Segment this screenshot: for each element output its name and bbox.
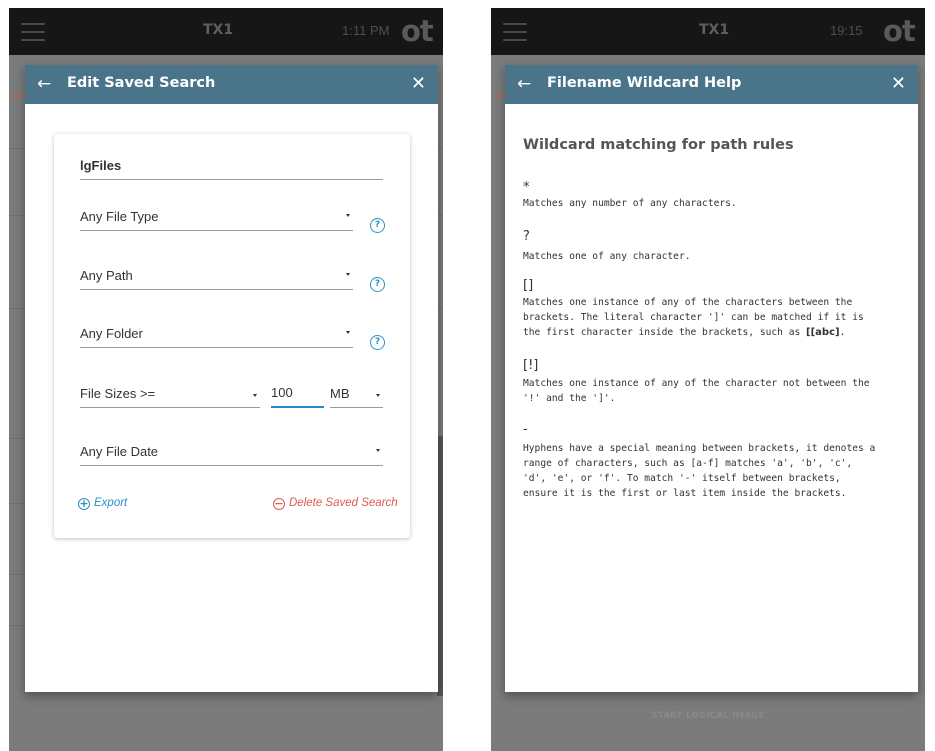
dropdown-arrow-icon — [376, 449, 380, 452]
tab-indicator — [9, 95, 25, 97]
dropdown-arrow-icon — [346, 331, 350, 334]
export-button[interactable]: + Export — [78, 497, 127, 510]
search-name-field[interactable]: lgFiles — [80, 152, 383, 180]
dialog-header: ← Edit Saved Search ✕ — [25, 65, 438, 104]
description-line: the first character inside the brackets,… — [523, 325, 903, 340]
arrow-left-icon[interactable]: ← — [517, 74, 535, 94]
clock: 19:15 — [830, 23, 863, 38]
dropdown-arrow-icon — [253, 394, 257, 397]
description-line: ensure it is the first or last item insi… — [523, 488, 847, 499]
wildcard-symbol: [!] — [523, 358, 539, 373]
plus-circle-icon: + — [78, 497, 90, 510]
clock: 1:11 PM — [342, 23, 390, 38]
dropdown-arrow-icon — [376, 394, 380, 397]
file-size-input[interactable]: 100 — [271, 380, 324, 408]
dialog-title: Edit Saved Search — [67, 75, 216, 91]
description-text: . — [839, 327, 846, 338]
dropdown-arrow-icon — [346, 214, 350, 217]
description-line: Matches one instance of any of the chara… — [523, 378, 870, 389]
hamburger-icon[interactable] — [21, 23, 45, 41]
dialog-header: ← Filename Wildcard Help ✕ — [505, 65, 918, 104]
close-icon[interactable]: ✕ — [891, 73, 906, 95]
file-size-operator-value: File Sizes >= — [80, 386, 156, 401]
wildcard-description: Matches any number of any characters. — [523, 196, 903, 211]
wildcard-description: Matches one of any character. — [523, 249, 903, 264]
wildcard-description: Hyphens have a special meaning between b… — [523, 441, 903, 501]
description-line: Hyphens have a special meaning between b… — [523, 443, 876, 454]
wildcard-description: Matches one instance of any of the chara… — [523, 295, 903, 340]
start-logical-image-button[interactable]: START LOGICAL IMAGE — [491, 711, 925, 721]
brand-logo: ot — [883, 14, 916, 48]
wildcard-description: Matches one instance of any of the chara… — [523, 376, 903, 406]
filename-wildcard-help-dialog: ← Filename Wildcard Help ✕ Wildcard matc… — [505, 65, 918, 692]
minus-circle-icon: − — [273, 497, 285, 510]
question-circle-icon[interactable]: ? — [370, 218, 385, 233]
dropdown-arrow-icon — [346, 273, 350, 276]
file-type-value: Any File Type — [80, 209, 159, 224]
close-icon[interactable]: ✕ — [411, 73, 426, 95]
delete-label: Delete Saved Search — [289, 497, 398, 509]
wildcard-symbol: [] — [523, 278, 534, 293]
question-circle-icon[interactable]: ? — [370, 277, 385, 292]
folder-select[interactable]: Any Folder — [80, 320, 353, 348]
help-heading: Wildcard matching for path rules — [523, 137, 794, 153]
wildcard-symbol: - — [523, 422, 528, 437]
description-text: the first character inside the brackets,… — [523, 327, 807, 338]
description-line: brackets. The literal character ']' can … — [523, 312, 864, 323]
edit-saved-search-dialog: ← Edit Saved Search ✕ lgFiles Any File T… — [25, 65, 438, 692]
device-name: TX1 — [203, 22, 234, 38]
description-line: Matches any number of any characters. — [523, 198, 737, 209]
search-name-value: lgFiles — [80, 158, 122, 173]
description-line: 'd', 'e', or 'f'. To match '-' itself be… — [523, 473, 841, 484]
file-type-select[interactable]: Any File Type — [80, 203, 353, 231]
brand-logo: ot — [401, 14, 434, 48]
dialog-title: Filename Wildcard Help — [547, 75, 742, 91]
arrow-left-icon[interactable]: ← — [37, 74, 55, 94]
search-form-card: lgFiles Any File Type ? Any Path ? Any F… — [54, 134, 410, 538]
file-date-select[interactable]: Any File Date — [80, 438, 383, 466]
top-app-bar: TX1 1:11 PM ot — [9, 8, 443, 55]
question-circle-icon[interactable]: ? — [370, 335, 385, 350]
export-label: Export — [94, 497, 128, 509]
example-pattern: [[abc] — [806, 327, 840, 338]
file-size-operator-select[interactable]: File Sizes >= — [80, 380, 260, 408]
wildcard-symbol: ? — [523, 229, 530, 244]
wildcard-symbol: * — [523, 180, 530, 195]
description-line: Matches one of any character. — [523, 251, 691, 262]
description-line: '!' and the ']'. — [523, 393, 616, 404]
right-screen: TX1 19:15 ot ← Filename Wildcard Help ✕ … — [491, 8, 925, 751]
top-app-bar: TX1 19:15 ot — [491, 8, 925, 55]
path-select[interactable]: Any Path — [80, 262, 353, 290]
description-line: Matches one instance of any of the chara… — [523, 297, 853, 308]
path-value: Any Path — [80, 268, 133, 283]
device-name: TX1 — [699, 22, 730, 38]
file-size-unit-value: MB — [330, 386, 350, 401]
hamburger-icon[interactable] — [503, 23, 527, 41]
folder-value: Any Folder — [80, 326, 143, 341]
delete-saved-search-button[interactable]: − Delete Saved Search — [273, 497, 398, 510]
file-size-unit-select[interactable]: MB — [330, 380, 383, 408]
left-screen: TX1 1:11 PM ot ← Edit Saved Search ✕ lgF… — [9, 8, 443, 751]
file-date-value: Any File Date — [80, 444, 159, 459]
file-size-value: 100 — [271, 385, 293, 400]
description-line: range of characters, such as [a-f] match… — [523, 458, 853, 469]
